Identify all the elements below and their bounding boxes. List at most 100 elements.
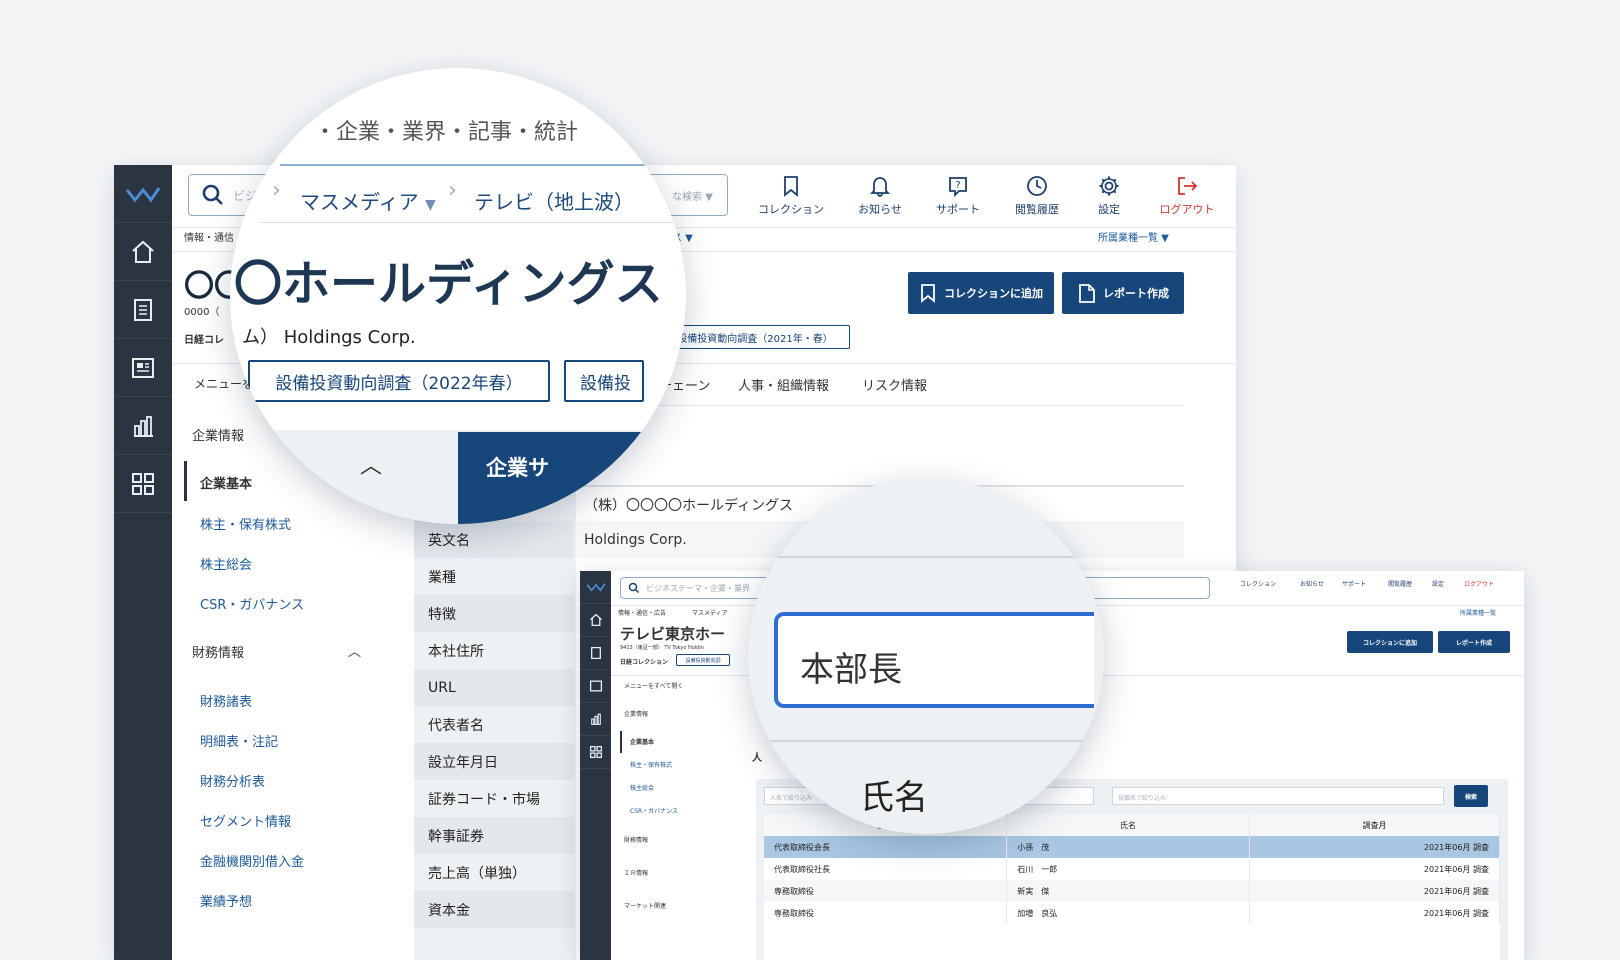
nav-chart[interactable]	[114, 397, 172, 455]
industry-list-link[interactable]: 所属業種一覧	[1460, 608, 1496, 617]
add-collection-button[interactable]: コレクションに追加	[1347, 631, 1433, 653]
side-item-loans[interactable]: 金融機関別借入金	[200, 851, 304, 870]
role-filter-input[interactable]: 役職名で絞り込み	[1112, 787, 1444, 805]
side-item-shareholders[interactable]: 株主・保有株式	[630, 760, 672, 769]
side-section-company[interactable]: 企業情報	[624, 709, 648, 718]
survey-tag-next[interactable]: 設備投	[564, 360, 644, 402]
side-section-finance[interactable]: 財務情報	[192, 642, 244, 661]
toolbar-notice[interactable]: お知らせ	[850, 175, 910, 217]
nav-home[interactable]	[114, 223, 172, 281]
row-role: 代表取締役会長	[764, 836, 1008, 858]
col-name[interactable]: 氏名	[1006, 814, 1250, 836]
toolbar-settings[interactable]: 設定	[1432, 579, 1444, 588]
table-row[interactable]: 専務取締役 加増 良弘 2021年06月 調査	[764, 902, 1500, 924]
logo[interactable]	[114, 165, 172, 223]
side-item-notes[interactable]: 明細表・注記	[200, 731, 278, 750]
nav-apps[interactable]	[580, 736, 611, 769]
side-item-analysis[interactable]: 財務分析表	[200, 771, 265, 790]
chevron-up-icon[interactable]: ︿	[360, 448, 382, 480]
nav-chart[interactable]	[580, 703, 611, 736]
toolbar-notice[interactable]: お知らせ	[1300, 579, 1324, 588]
toolbar-history[interactable]: 閲覧履歴	[1388, 579, 1412, 588]
grid-icon	[589, 745, 602, 759]
toolbar-support[interactable]: サポート	[1342, 579, 1366, 588]
logo[interactable]	[580, 571, 611, 604]
create-report-button[interactable]: レポート作成	[1438, 631, 1510, 653]
menu-open-toggle[interactable]: メニューをすべて開く	[624, 681, 683, 690]
home-icon	[589, 613, 602, 627]
add-collection-button[interactable]: コレクションに追加	[908, 272, 1054, 314]
bookmark-icon	[784, 176, 798, 197]
breadcrumb-mid[interactable]: マスメディア	[692, 608, 728, 617]
toolbar-logout[interactable]: ログアウト	[1464, 579, 1494, 588]
column-name-zoom: 氏名	[860, 778, 928, 818]
role-filter-value: 本部長	[800, 650, 902, 690]
table-label-row: 幹事証券	[414, 817, 574, 854]
role-filter-field-zoom[interactable]: 本部長	[774, 612, 1094, 708]
breadcrumb-left[interactable]: 情報・通信	[184, 229, 234, 244]
side-item-meeting[interactable]: 株主総会	[630, 783, 654, 792]
toolbar-collection[interactable]: コレクション	[1240, 579, 1276, 588]
toolbar-support[interactable]: ? サポート	[928, 175, 988, 217]
row-name: 加増 良弘	[1006, 902, 1250, 924]
label-sales: 売上高（単独）	[428, 865, 526, 882]
table-row[interactable]: 代表取締役会長 小孫 茂 2021年06月 調査	[764, 836, 1500, 858]
side-item-forecast[interactable]: 業績予想	[200, 891, 252, 910]
tab-hr[interactable]: 人事・組織情報	[738, 375, 829, 394]
side-section-ir[interactable]: ＩＲ情報	[624, 868, 648, 877]
table-row[interactable]: 専務取締役 新実 傑 2021年06月 調査	[764, 880, 1500, 902]
row-name: 石川 一郎	[1006, 858, 1250, 880]
create-report-label: レポート作成	[1103, 287, 1169, 300]
nav-news[interactable]	[114, 339, 172, 397]
toolbar-settings[interactable]: 設定	[1084, 175, 1134, 217]
toolbar-support-label: サポート	[936, 203, 980, 216]
breadcrumb-mass-media[interactable]: マスメディア ▼	[300, 186, 436, 215]
table-label-row: 特徴	[414, 595, 574, 632]
create-report-button[interactable]: レポート作成	[1062, 272, 1184, 314]
label-representative: 代表者名	[428, 717, 484, 734]
company-name-zoom: 〇ホールディングス	[234, 256, 663, 312]
logo-icon	[585, 583, 606, 592]
nav-home[interactable]	[580, 604, 611, 637]
breadcrumb-tv[interactable]: テレビ（地上波）	[474, 186, 634, 215]
industry-list-link[interactable]: 所属業種一覧 ▼	[1098, 229, 1169, 244]
survey-tag[interactable]: 設備投資動向調査（2021年・春）	[660, 325, 850, 349]
side-item-segment[interactable]: セグメント情報	[200, 811, 291, 830]
row-name: 新実 傑	[1006, 880, 1250, 902]
side-item-statements[interactable]: 財務諸表	[200, 691, 252, 710]
collection-label: 日経コレ	[184, 335, 224, 346]
table-row[interactable]: 代表取締役社長 石川 一郎 2021年06月 調査	[764, 858, 1500, 880]
survey-tag[interactable]: 設備投資動向調	[676, 654, 730, 666]
bell-icon	[870, 177, 890, 197]
company-title: テレビ東京ホー	[620, 625, 726, 643]
search-button[interactable]: 検索	[1454, 785, 1488, 807]
nav-document[interactable]	[580, 637, 611, 670]
company-code: 9413（東証一部） TV Tokyo Holdin	[620, 645, 704, 651]
chevron-up-icon[interactable]: ︿	[348, 641, 361, 660]
nav-news[interactable]	[580, 670, 611, 703]
breadcrumb-mass-media-label: マスメディア	[300, 190, 419, 214]
nav-apps[interactable]	[114, 455, 172, 513]
toolbar-history[interactable]: 閲覧履歴	[1004, 175, 1070, 217]
side-item-csr[interactable]: CSR・ガバナンス	[200, 594, 304, 613]
tab-risk[interactable]: リスク情報	[862, 375, 927, 394]
row-name: 小孫 茂	[1006, 836, 1250, 858]
row-month: 2021年06月 調査	[1249, 902, 1500, 924]
side-section-market[interactable]: マーケット関連	[624, 901, 666, 910]
table-label-row: 代表者名	[414, 706, 574, 743]
survey-tag-2022[interactable]: 設備投資動向調査（2022年春）	[248, 360, 550, 402]
side-item-csr[interactable]: CSR・ガバナンス	[630, 806, 678, 815]
col-month[interactable]: 調査月	[1249, 814, 1500, 836]
toolbar-collection-label: コレクション	[1240, 581, 1277, 588]
breadcrumb-left[interactable]: 情報・通信・広告	[618, 608, 666, 617]
company-summary-tab[interactable]: 企業サ	[486, 452, 549, 482]
left-rail	[114, 165, 172, 960]
news-icon	[589, 680, 602, 692]
side-section-finance[interactable]: 財務情報	[624, 835, 648, 844]
search-mode-select[interactable]: な検索 ▼	[672, 188, 713, 203]
side-item-active[interactable]: 企業基本	[630, 737, 654, 746]
nav-document[interactable]	[114, 281, 172, 339]
toolbar-collection[interactable]: コレクション	[756, 175, 826, 217]
side-item-meeting[interactable]: 株主総会	[200, 554, 252, 573]
toolbar-logout[interactable]: ログアウト	[1152, 175, 1222, 217]
